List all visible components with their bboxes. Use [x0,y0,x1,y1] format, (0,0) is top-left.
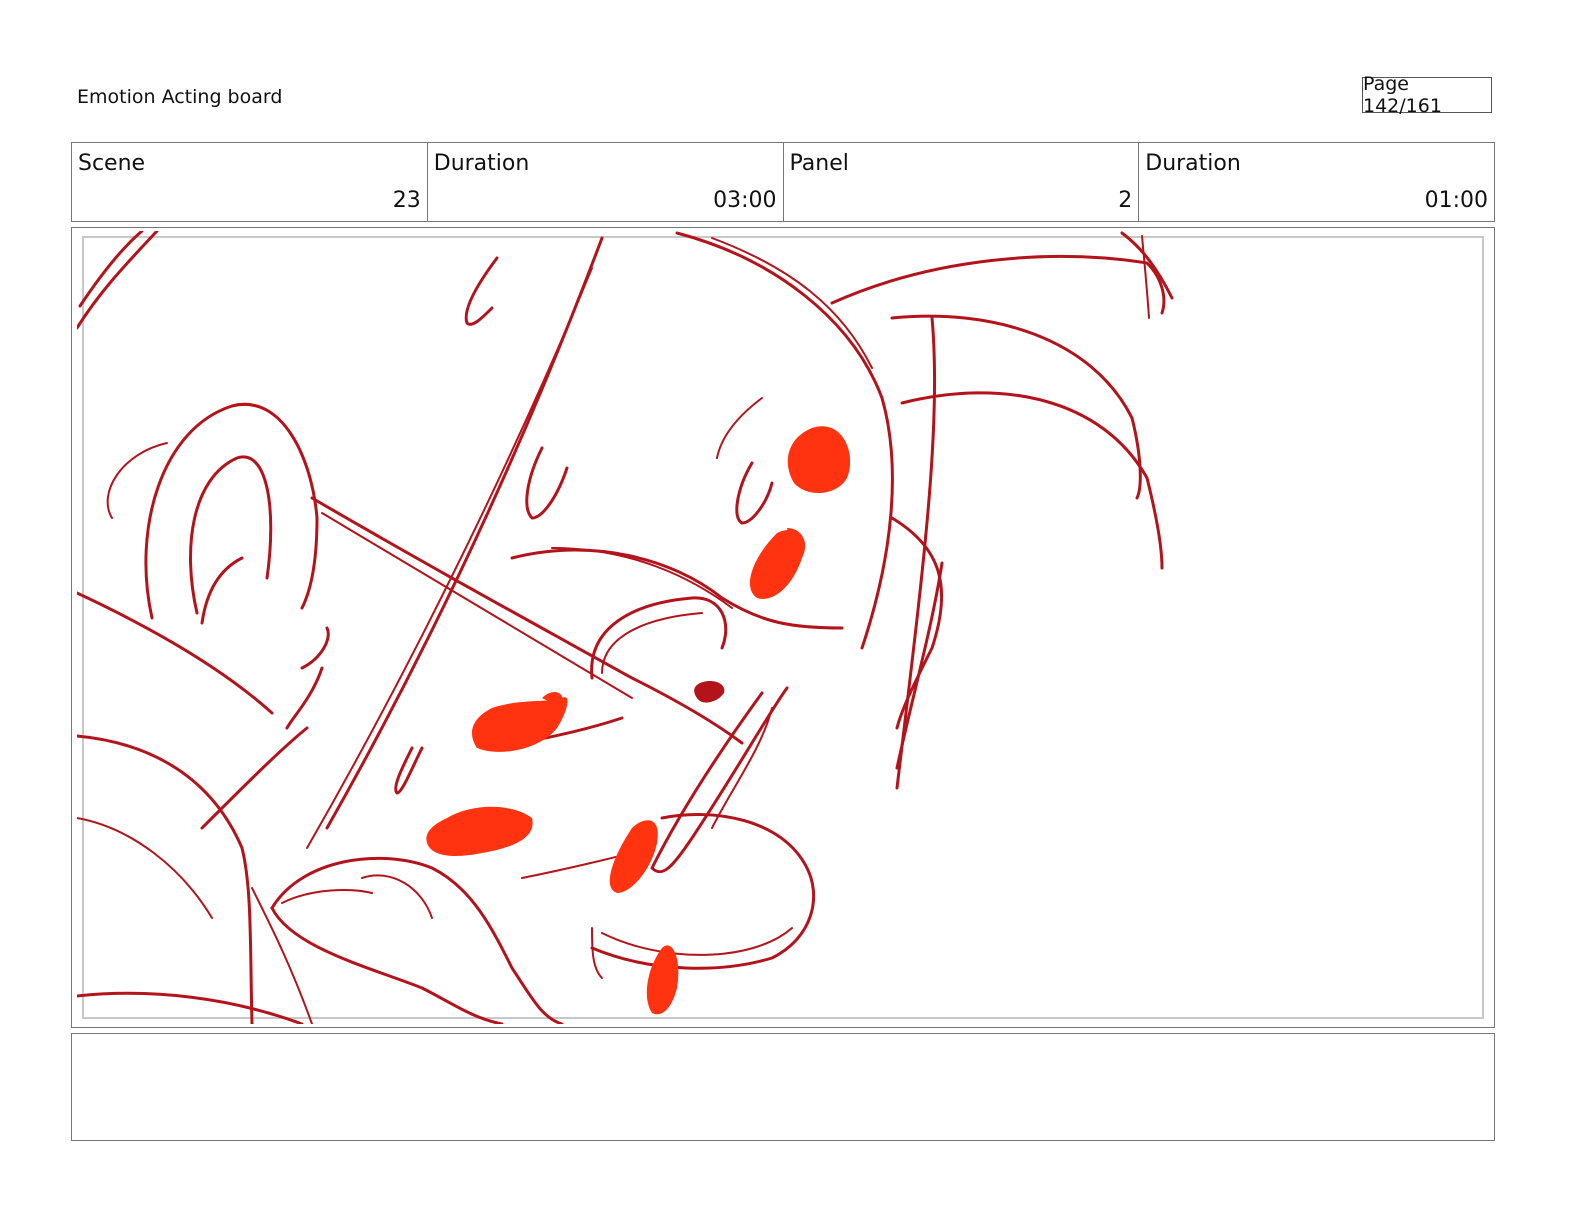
sketch-fill-mouth-spot-2 [426,806,533,856]
sketch-fill-eye-spot [787,426,851,494]
sketch-stroke-ear-lobe [106,442,168,519]
sketch-stroke-neck-1 [77,591,274,715]
sketch-fill-chin-spot [646,945,679,1015]
panel-duration-value: 01:00 [1424,188,1488,213]
sketch-stroke-chin [590,813,816,970]
panel-frame [71,227,1495,1028]
sketch-stroke-chin-lip [394,746,424,795]
sketch-stroke-brow-mark-1 [464,256,499,326]
storyboard-sketch [77,231,1174,1024]
sketch-stroke-brow-2 [321,512,633,699]
sketch-stroke-cheek-fur [300,626,330,670]
sketch-stroke-ear-fold [200,556,244,625]
sketch-stroke-eye-2 [735,461,774,525]
sketch-stroke-neck-2 [77,734,254,1024]
scene-duration-value: 03:00 [713,188,777,213]
sketch-fill-nose [694,681,725,703]
scene-duration-cell: Duration 03:00 [428,143,784,221]
sketch-stroke-ear-outer [144,402,319,620]
scene-cell: Scene 23 [72,143,428,221]
sketch-stroke-cheek-fur-2 [200,726,309,830]
sketch-stroke-eye-1 [525,446,569,520]
sketch-stroke-paw-finger-2 [361,874,433,919]
sketch-stroke-corner [77,231,159,330]
sketch-stroke-paw-top [270,856,564,1024]
sketch-stroke-hair-3 [900,391,1164,570]
scene-duration-label: Duration [433,151,530,176]
sketch-stroke-chin-2 [601,927,793,956]
sketch-stroke-hair-2 [890,314,1142,500]
board-title: Emotion Acting board [77,86,283,108]
sketch-stroke-corner-2 [78,231,144,308]
sketch-stroke-neck-3 [77,817,213,919]
sketch-stroke-hair-5 [1141,235,1150,319]
sketch-stroke-paw-back [251,887,313,1024]
panel-value: 2 [1118,188,1133,213]
info-bar: Scene 23 Duration 03:00 Panel 2 Duration… [71,142,1495,222]
sketch-stroke-lid [716,397,763,459]
panel-duration-cell: Duration 01:00 [1139,143,1494,221]
sketch-stroke-paw-finger [281,889,373,904]
sketch-stroke-mouth-1 [650,686,789,874]
panel-duration-label: Duration [1145,151,1241,176]
sketch-stroke-ear-inner [188,455,273,615]
scene-label: Scene [78,151,146,176]
sketch-stroke-neck-4 [77,991,304,1024]
sketch-stroke-forehead-2 [711,237,873,369]
scene-value: 23 [392,188,421,213]
sketch-stroke-muzzle-edge-2 [306,267,593,849]
page-counter: Page 142/161 [1362,73,1492,117]
panel-cell: Panel 2 [784,143,1140,221]
panel-label: Panel [789,151,849,176]
sketch-stroke-cheek-mark [285,666,324,730]
sketch-fill-mouth-spot-3 [609,820,658,893]
notes-box [71,1033,1495,1141]
sketch-fill-mouth-spot-1 [472,697,568,752]
sketch-stroke-hair-1 [830,255,1166,315]
sketch-stroke-chin-3 [591,927,603,979]
